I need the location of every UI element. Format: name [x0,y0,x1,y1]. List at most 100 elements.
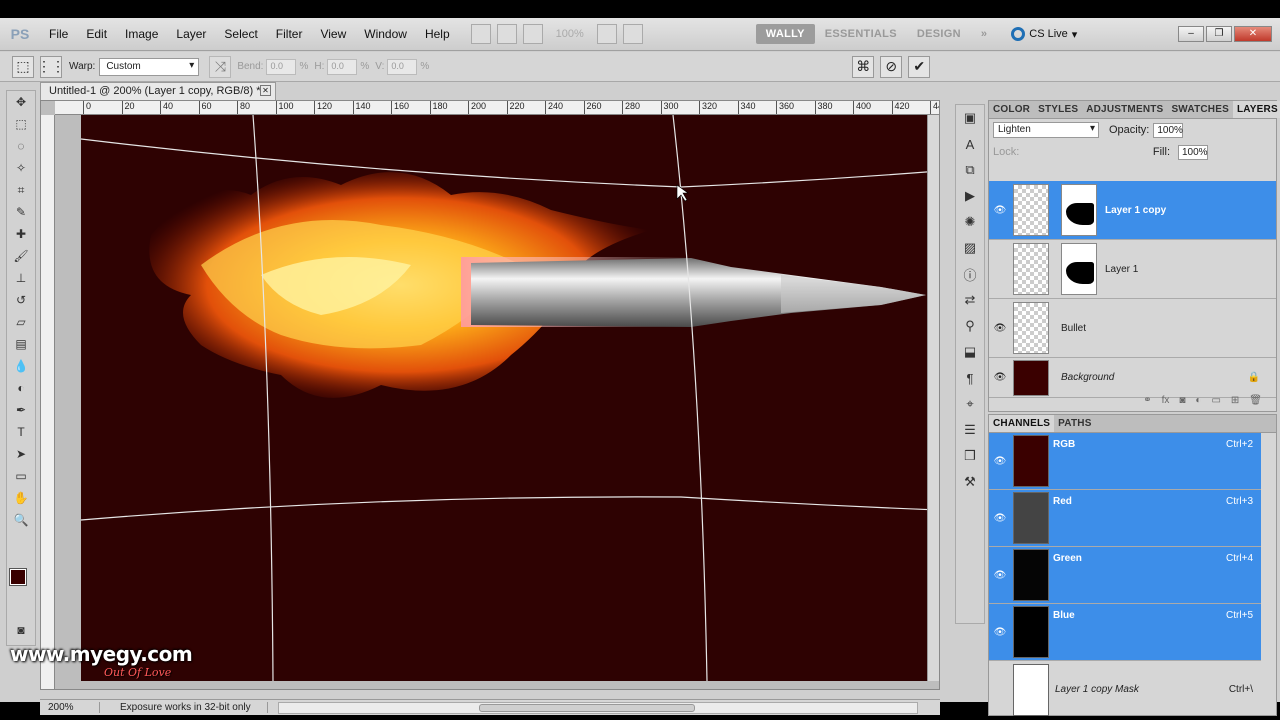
tab-adjustments[interactable]: ADJUSTMENTS [1082,101,1167,118]
masks-panel-icon[interactable]: ⚲ [956,313,984,339]
canvas[interactable] [81,115,939,681]
horizontal-scroll-thumb[interactable] [479,703,695,712]
status-info[interactable]: Exposure works in 32-bit only [100,702,268,713]
menu-file[interactable]: File [40,18,77,51]
adjustments-icon[interactable]: ⇄ [956,287,984,313]
v-field[interactable]: 0.0 [387,58,418,75]
visibility-eye-icon[interactable]: 👁 [989,570,1011,581]
opacity-field[interactable]: 100% [1153,122,1184,138]
actions-panel-icon[interactable]: ⬓ [956,339,984,365]
lasso-tool-icon[interactable]: ◌ [7,135,35,157]
image-panel-icon[interactable]: ▨ [956,235,984,261]
layer-mask-thumbnail[interactable] [1061,184,1097,236]
layer-row[interactable]: 👁 Layer 1 copy [989,181,1276,240]
visibility-eye-icon[interactable]: 👁 [989,456,1011,467]
layer-row[interactable]: 👁 Bullet [989,299,1276,358]
animation-panel-icon[interactable]: ▶ [956,183,984,209]
layer-mask-thumbnail[interactable] [1061,243,1097,295]
delete-layer-icon[interactable]: 🗑 [1249,395,1262,411]
crop-tool-icon[interactable]: ⌗ [7,179,35,201]
horizontal-scrollbar[interactable] [278,701,918,714]
paragraph-panel-icon[interactable]: ¶ [956,365,984,391]
status-zoom[interactable]: 200% [40,702,100,713]
hand-tool-icon[interactable]: ✋ [7,487,35,509]
mini-bridge-panel-icon[interactable]: ▣ [956,105,984,131]
channel-row[interactable]: Layer 1 copy Mask Ctrl+\ [989,661,1261,718]
reference-point-icon[interactable]: ⋮⋮ [37,55,65,78]
cancel-transform-icon[interactable]: ⊘ [880,55,903,78]
tab-swatches[interactable]: SWATCHES [1167,101,1233,118]
navigator-panel-icon[interactable]: ⌖ [956,391,984,417]
pen-tool-icon[interactable]: ✒ [7,399,35,421]
stamp-tool-icon[interactable]: ⊥ [7,267,35,289]
tool-preset-icon[interactable]: ⬚ [12,55,34,78]
visibility-eye-icon[interactable]: 👁 [989,627,1011,638]
gradient-tool-icon[interactable]: ▤ [7,333,35,355]
bend-field[interactable]: 0.0 [266,58,297,75]
channel-row[interactable]: 👁 Green Ctrl+4 [989,547,1261,604]
brush-tool-icon[interactable]: 🖌 [7,245,35,267]
free-transform-icon[interactable]: ⌘ [852,55,875,78]
zoom-tool-icon[interactable]: 🔍 [7,509,35,531]
notes-panel-icon[interactable]: ☰ [956,417,984,443]
warp-orientation-icon[interactable]: ⤨ [209,55,232,78]
menu-edit[interactable]: Edit [77,18,116,51]
brushes-panel-icon[interactable]: ✺ [956,209,984,235]
marquee-tool-icon[interactable]: ⬚ [7,113,35,135]
visibility-eye-icon[interactable]: 👁 [989,372,1011,383]
dodge-tool-icon[interactable]: ◐ [7,377,35,399]
zoom-level-select[interactable]: 100% [556,28,584,40]
tab-paths[interactable]: PATHS [1054,415,1095,432]
mini-bridge-icon[interactable] [496,24,517,44]
workspace-design[interactable]: DESIGN [907,28,971,40]
foreground-color-swatch[interactable] [9,568,27,586]
menu-help[interactable]: Help [416,18,459,51]
history-brush-tool-icon[interactable]: ↺ [7,289,35,311]
warp-style-select[interactable]: Custom [99,57,200,76]
close-button[interactable]: ✕ [1234,26,1272,42]
channel-row[interactable]: 👁 RGB Ctrl+2 [989,433,1261,490]
blur-tool-icon[interactable]: 💧 [7,355,35,377]
healing-tool-icon[interactable]: ✚ [7,223,35,245]
link-layers-icon[interactable]: ⚭ [1143,395,1151,411]
shape-tool-icon[interactable]: ▭ [7,465,35,487]
commit-transform-icon[interactable]: ✔ [908,55,931,78]
visibility-eye-icon[interactable]: 👁 [989,513,1011,524]
visibility-eye-icon[interactable]: 👁 [989,205,1011,216]
tool-presets-icon[interactable]: ⚒ [956,469,984,495]
horizontal-ruler[interactable]: 0 20 40 60 80 100 120 140 160 180 200 220 240 260 280 3… [55,101,939,115]
workspace-essentials[interactable]: ESSENTIALS [815,28,907,40]
bridge-icon[interactable] [470,24,491,44]
eyedropper-tool-icon[interactable]: ✎ [7,201,35,223]
layer-row[interactable]: Layer 1 [989,240,1276,299]
channel-row[interactable]: 👁 Blue Ctrl+5 [989,604,1261,661]
menu-view[interactable]: View [311,18,355,51]
info-panel-icon[interactable]: ⓘ [956,261,984,287]
layer-row[interactable]: 👁 Background 🔒 [989,358,1276,398]
minimize-button[interactable]: – [1178,26,1204,42]
tab-color[interactable]: COLOR [989,101,1034,118]
menu-image[interactable]: Image [116,18,167,51]
tab-layers[interactable]: LAYERS [1232,101,1280,118]
layer-style-icon[interactable]: fx [1162,395,1170,411]
new-group-icon[interactable]: ▭ [1211,395,1220,411]
cs-live-menu[interactable]: CS Live ▾ [1011,27,1077,41]
move-tool-icon[interactable]: ✥ [7,91,35,113]
channel-row[interactable]: 👁 Red Ctrl+3 [989,490,1261,547]
h-field[interactable]: 0.0 [327,58,358,75]
menu-select[interactable]: Select [215,18,266,51]
menu-layer[interactable]: Layer [167,18,215,51]
tab-channels[interactable]: CHANNELS [989,415,1055,432]
close-document-icon[interactable]: ✕ [260,85,271,96]
document-tab[interactable]: Untitled-1 @ 200% (Layer 1 copy, RGB/8) … [40,82,276,100]
blend-mode-select[interactable]: Lighten [993,122,1099,138]
clone-source-icon[interactable]: ⧉ [956,157,984,183]
quick-select-tool-icon[interactable]: ✧ [7,157,35,179]
screen-mode-icon[interactable] [622,24,643,44]
menu-window[interactable]: Window [355,18,416,51]
character-panel-icon[interactable]: A [956,131,984,157]
layer-comps-icon[interactable]: ❒ [956,443,984,469]
restore-button[interactable]: ❐ [1206,26,1232,42]
path-select-tool-icon[interactable]: ➤ [7,443,35,465]
arrange-documents-icon[interactable] [596,24,617,44]
